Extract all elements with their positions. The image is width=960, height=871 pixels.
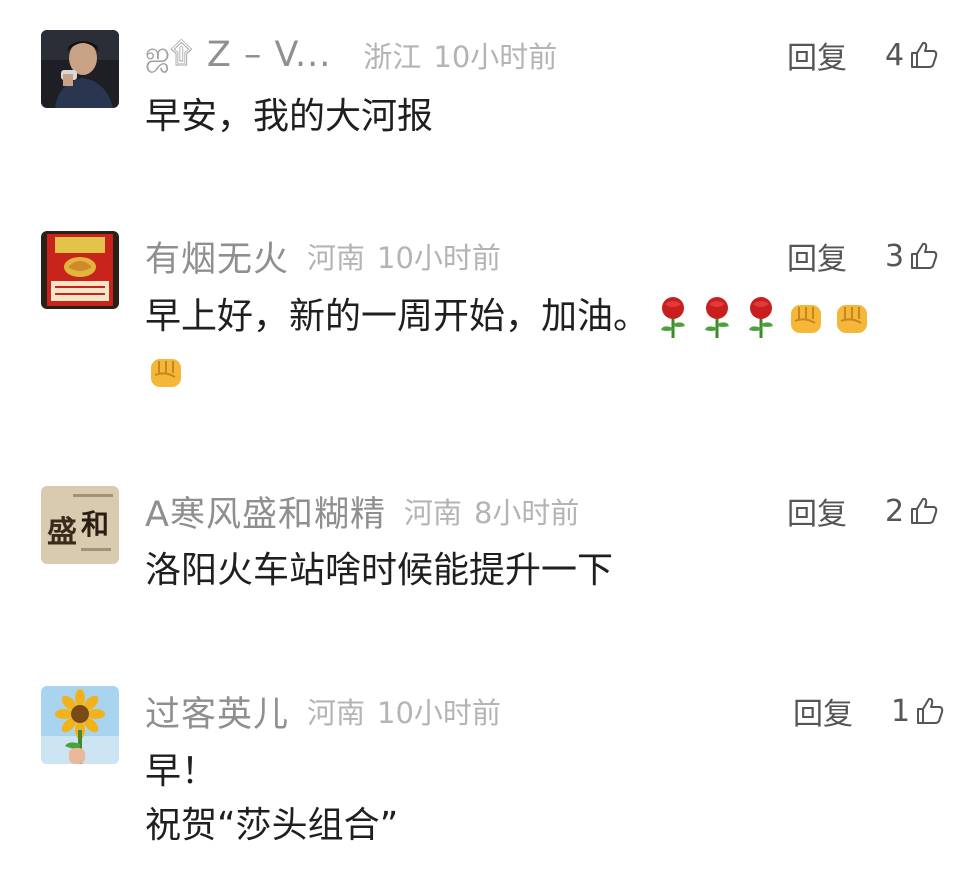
like-count: 1 <box>891 693 911 729</box>
comment-text: 早！ 祝贺“莎头组合” <box>145 745 935 853</box>
like-button[interactable]: 4 <box>885 30 940 80</box>
reply-button[interactable]: 回复 <box>787 30 847 80</box>
comment-line: 早！ <box>145 751 218 792</box>
rose-icon <box>705 297 730 338</box>
like-button[interactable]: 2 <box>885 486 940 536</box>
like-button[interactable]: 3 <box>885 231 940 281</box>
timestamp: 8小时前 <box>473 496 580 530</box>
rose-icon <box>749 297 774 338</box>
comment-line: 早安，我的大河报 <box>145 96 434 137</box>
like-button[interactable]: 1 <box>891 686 946 736</box>
fist-icon <box>837 305 868 333</box>
comment-meta: ஜ۩ Z – V... 浙江 10小时前 <box>145 30 557 80</box>
man-portrait-avatar-icon <box>41 30 119 108</box>
username[interactable]: 有烟无火 <box>145 231 289 282</box>
avatar[interactable] <box>41 30 119 108</box>
thumbs-up-icon <box>911 242 938 269</box>
cigarette-pack-avatar-icon <box>41 231 119 309</box>
comment-meta: 过客英儿 河南 10小时前 <box>145 686 501 736</box>
timestamp: 10小时前 <box>433 40 558 74</box>
username[interactable]: 过客英儿 <box>145 686 289 737</box>
reply-button[interactable]: 回复 <box>793 686 853 736</box>
avatar[interactable] <box>41 686 119 764</box>
like-count: 3 <box>885 238 905 274</box>
thumbs-up-icon <box>911 41 938 68</box>
comment-meta: A寒风盛和糊精 河南 8小时前 <box>145 486 579 536</box>
thumbs-up-icon <box>911 497 938 524</box>
avatar[interactable]: 盛 和 <box>41 486 119 564</box>
svg-text:和: 和 <box>81 508 109 541</box>
location: 浙江 <box>363 40 422 74</box>
comment-line: 祝贺“莎头组合” <box>145 805 399 846</box>
fist-icon <box>791 305 822 333</box>
reply-button[interactable]: 回复 <box>787 486 847 536</box>
username-decoration: ஜ۩ <box>145 35 193 71</box>
location: 河南 <box>307 241 366 275</box>
comment-line: 早上好，新的一周开始，加油。 <box>145 290 935 344</box>
comment-text: 洛阳火车站啥时候能提升一下 <box>145 544 935 598</box>
comment-line-text: 早上好，新的一周开始，加油。 <box>145 296 650 337</box>
comment-text: 早上好，新的一周开始，加油。 <box>145 290 935 398</box>
like-count: 4 <box>885 37 905 73</box>
comment-text: 早安，我的大河报 <box>145 90 935 144</box>
thumbs-up-icon <box>917 697 944 724</box>
username[interactable]: A寒风盛和糊精 <box>145 486 386 537</box>
location: 河南 <box>307 696 366 730</box>
location: 河南 <box>403 496 462 530</box>
reply-button[interactable]: 回复 <box>787 231 847 281</box>
timestamp: 10小时前 <box>377 241 501 275</box>
comment-line: 洛阳火车站啥时候能提升一下 <box>145 550 614 591</box>
comment-line <box>145 344 935 398</box>
comment-meta: 有烟无火 河南 10小时前 <box>145 231 501 281</box>
fist-icon <box>151 359 181 387</box>
like-count: 2 <box>885 493 905 529</box>
sunflower-avatar-icon <box>41 686 119 764</box>
calligraphy-avatar-icon: 盛 和 <box>41 486 119 564</box>
rose-icon <box>661 297 686 338</box>
timestamp: 10小时前 <box>377 696 501 730</box>
username[interactable]: Z – V... <box>207 35 332 75</box>
svg-text:盛: 盛 <box>47 515 77 550</box>
avatar[interactable] <box>41 231 119 309</box>
